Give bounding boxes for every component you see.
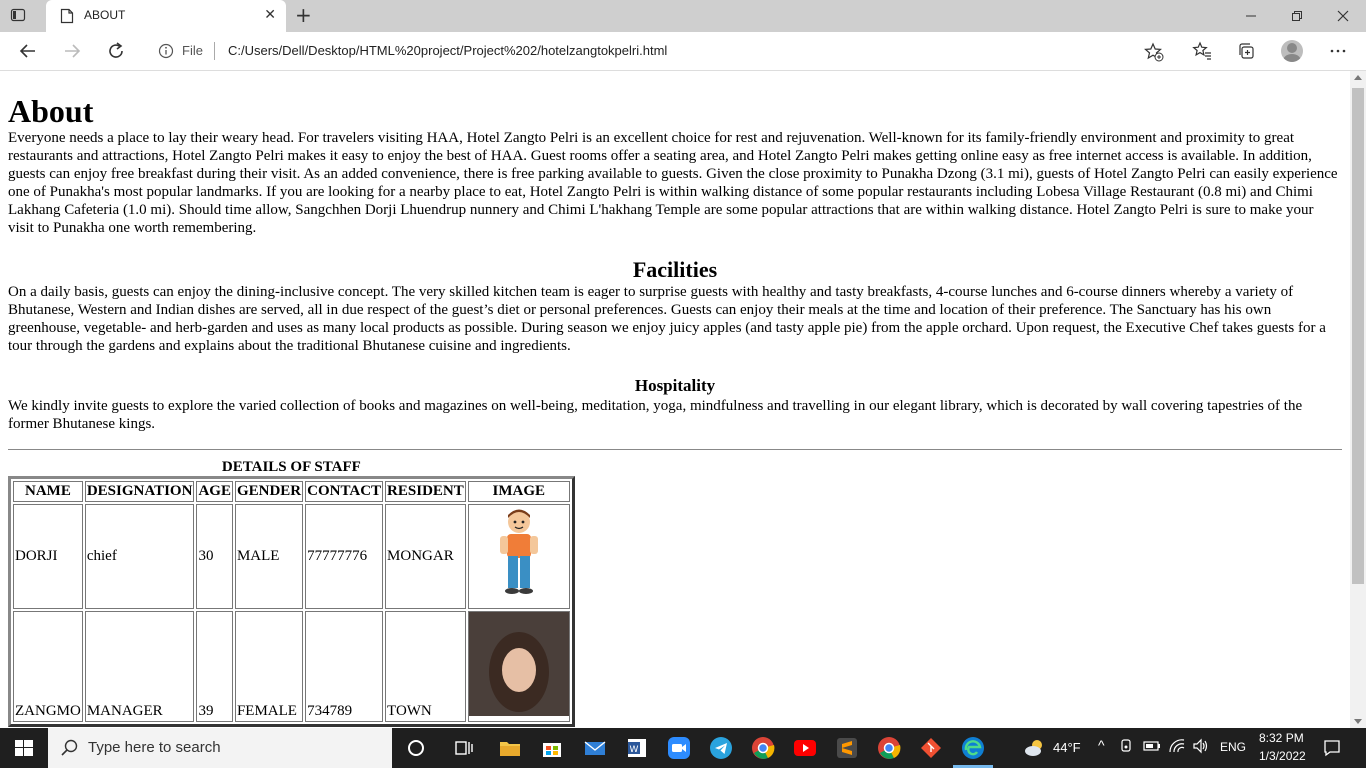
tab-actions-icon[interactable] (10, 7, 26, 23)
tab-title: ABOUT (84, 8, 126, 22)
header-gender: GENDER (234, 481, 304, 502)
wifi-icon[interactable] (1168, 738, 1186, 754)
close-icon[interactable]: ✕ (264, 7, 276, 23)
store-icon[interactable] (540, 736, 564, 760)
staff-table-caption: DETAILS OF STAFF (221, 459, 361, 475)
woman-photo-image (468, 612, 569, 716)
new-tab-icon[interactable]: + (295, 4, 312, 26)
profile-avatar[interactable] (1281, 40, 1303, 62)
add-favorite-icon[interactable] (1144, 42, 1164, 66)
cartoon-boy-image (499, 509, 538, 594)
clock-time[interactable]: 8:32 PM (1259, 731, 1304, 745)
hospitality-heading: Hospitality (634, 376, 716, 395)
favorites-icon[interactable] (1192, 41, 1212, 61)
chrome-profile-icon[interactable] (877, 736, 901, 760)
taskbar-search-box[interactable]: Type here to search (48, 728, 392, 768)
git-icon[interactable] (919, 736, 943, 760)
mail-icon[interactable] (583, 736, 607, 760)
battery-icon[interactable] (1143, 738, 1161, 754)
edge-icon[interactable] (961, 736, 985, 760)
cortana-icon[interactable] (404, 736, 428, 760)
notifications-icon[interactable] (1322, 738, 1342, 758)
cell-age: 30 (196, 504, 233, 609)
table-row: ZANGMO MANAGER 39 FEMALE 734789 TOWN (13, 611, 570, 722)
volume-icon[interactable] (1192, 738, 1210, 754)
table-header-row: NAME DESIGNATION AGE GENDER CONTACT RESI… (13, 481, 570, 502)
staff-table: DETAILS OF STAFF NAME DESIGNATION AGE GE… (8, 458, 575, 727)
url-field[interactable]: File C:/Users/Dell/Desktop/HTML%20projec… (146, 36, 1176, 66)
weather-icon[interactable] (1023, 736, 1047, 760)
weather-temperature[interactable]: 44°F (1053, 740, 1081, 755)
svg-text:W: W (630, 745, 639, 755)
facilities-paragraph: On a daily basis, guests can enjoy the d… (8, 284, 1326, 354)
cell-gender: FEMALE (234, 611, 304, 722)
refresh-icon[interactable] (106, 41, 126, 61)
cell-resident: MONGAR (385, 504, 466, 609)
cell-resident: TOWN (385, 611, 466, 722)
chevron-up-icon[interactable]: ^ (1098, 737, 1105, 753)
page-title: About (8, 93, 94, 129)
zoom-icon[interactable] (667, 736, 691, 760)
file-label: File (182, 43, 203, 58)
network-drive-icon[interactable] (1118, 738, 1134, 754)
youtube-icon[interactable] (793, 736, 817, 760)
page-viewport: About Everyone needs a place to lay thei… (0, 71, 1350, 728)
header-image: IMAGE (467, 481, 570, 502)
search-icon (60, 738, 80, 762)
cell-contact: 77777776 (305, 504, 384, 609)
clock-date[interactable]: 1/3/2022 (1259, 749, 1306, 763)
cell-designation: MANAGER (84, 611, 195, 722)
language-indicator[interactable]: ENG (1220, 740, 1246, 754)
restore-icon[interactable] (1287, 6, 1307, 26)
header-designation: DESIGNATION (84, 481, 195, 502)
task-view-icon[interactable] (452, 736, 476, 760)
header-resident: RESIDENT (385, 481, 466, 502)
tab-about[interactable]: ABOUT ✕ (46, 0, 286, 32)
hospitality-paragraph: We kindly invite guests to explore the v… (8, 398, 1303, 432)
minimize-icon[interactable] (1241, 6, 1261, 26)
cell-gender: MALE (234, 504, 304, 609)
cell-designation: chief (84, 504, 195, 609)
file-explorer-icon[interactable] (498, 736, 522, 760)
windows-start-icon[interactable] (0, 728, 48, 768)
url-text[interactable]: C:/Users/Dell/Desktop/HTML%20project/Pro… (228, 43, 667, 58)
taskbar: Type here to search W 44°F ^ ENG 8:32 PM… (0, 728, 1366, 768)
page-icon (60, 8, 74, 28)
header-name: NAME (13, 481, 83, 502)
table-row: DORJI chief 30 MALE 77777776 MONGAR (13, 504, 570, 609)
cell-contact: 734789 (305, 611, 384, 722)
back-icon[interactable] (18, 41, 38, 61)
telegram-icon[interactable] (709, 736, 733, 760)
cell-image (467, 611, 570, 722)
cell-image (467, 504, 570, 609)
scroll-up-icon[interactable] (1354, 75, 1362, 80)
window-close-icon[interactable] (1333, 6, 1353, 26)
address-bar: File C:/Users/Dell/Desktop/HTML%20projec… (0, 32, 1366, 71)
facilities-heading: Facilities (632, 257, 718, 282)
chrome-icon[interactable] (751, 736, 775, 760)
page-content: About Everyone needs a place to lay thei… (0, 93, 1350, 727)
header-contact: CONTACT (305, 481, 384, 502)
cell-name: ZANGMO (13, 611, 83, 722)
tab-bar: ABOUT ✕ + (0, 0, 1366, 32)
scroll-down-icon[interactable] (1354, 719, 1362, 724)
forward-icon[interactable] (62, 41, 82, 61)
scroll-thumb[interactable] (1352, 88, 1364, 584)
header-age: AGE (196, 481, 233, 502)
url-separator (214, 42, 215, 60)
search-placeholder: Type here to search (88, 739, 221, 756)
collections-icon[interactable] (1236, 41, 1256, 61)
page-scrollbar[interactable] (1350, 71, 1366, 728)
more-icon[interactable] (1328, 41, 1348, 61)
info-icon[interactable] (158, 43, 174, 63)
intro-paragraph: Everyone needs a place to lay their wear… (8, 130, 1338, 236)
word-icon[interactable]: W (625, 736, 649, 760)
divider (8, 449, 1342, 450)
cell-name: DORJI (13, 504, 83, 609)
cell-age: 39 (196, 611, 233, 722)
sublime-text-icon[interactable] (835, 736, 859, 760)
